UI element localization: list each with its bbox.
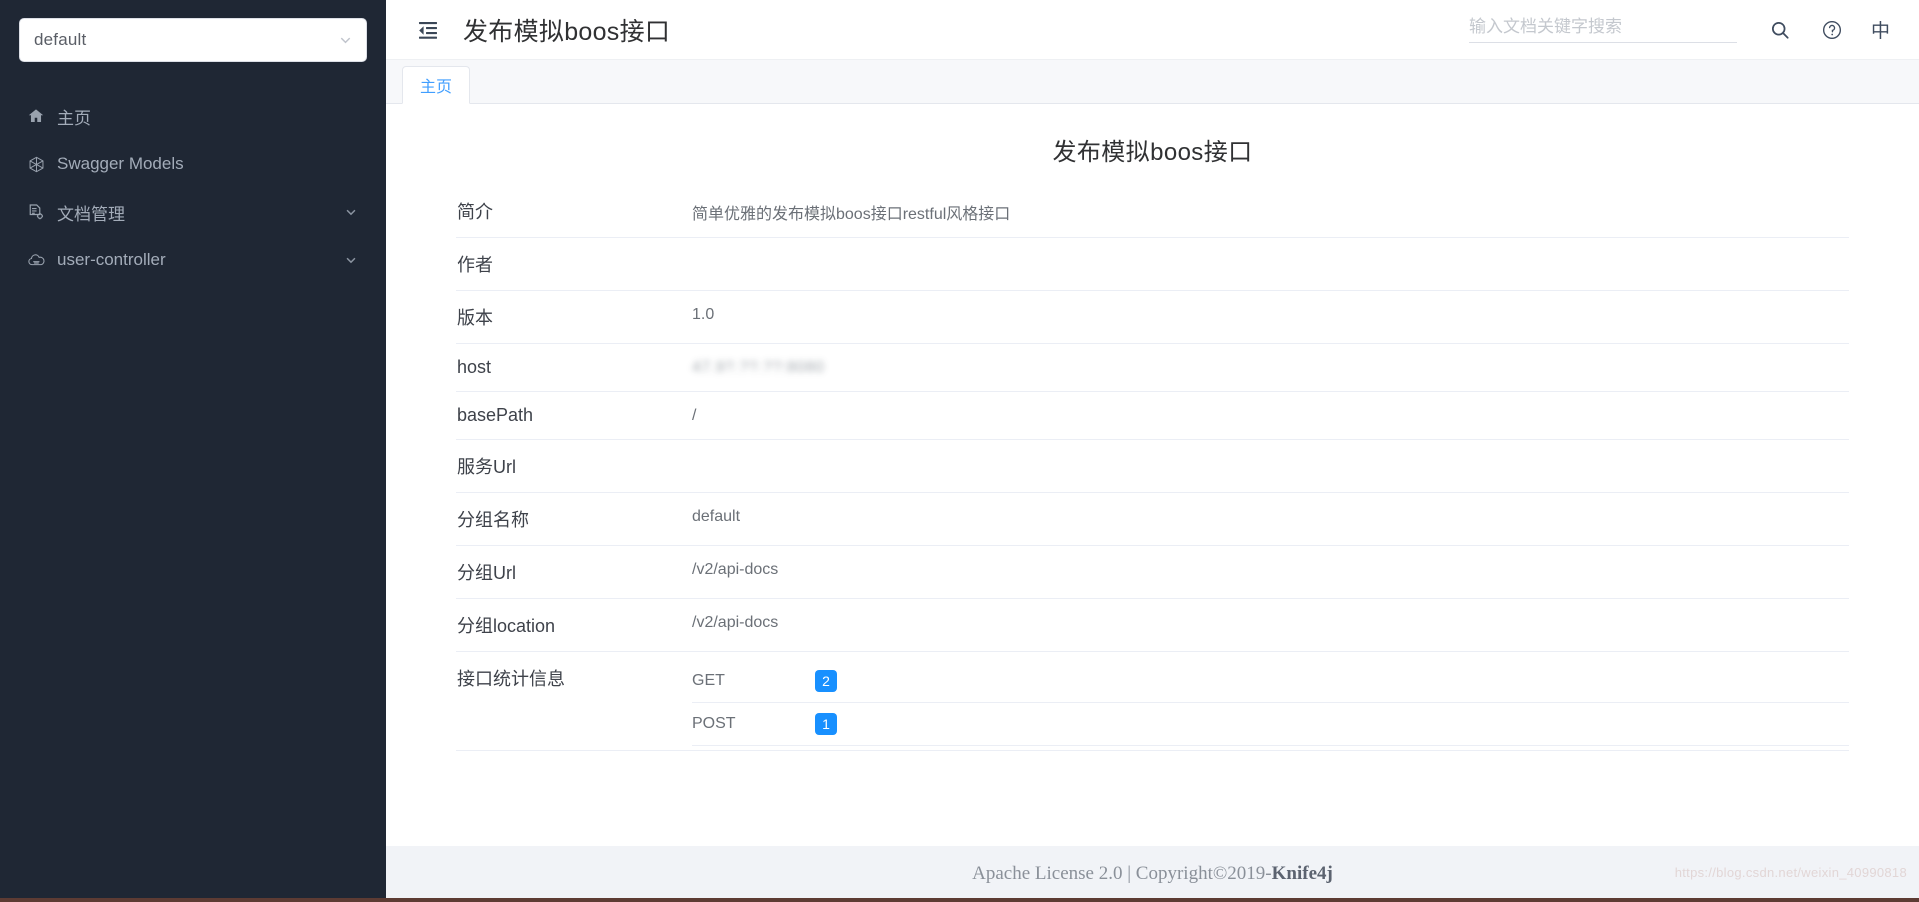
sidebar-item-label: 文档管理 bbox=[57, 204, 125, 224]
http-method-count-cell: 2 bbox=[815, 660, 1849, 703]
group-select-container: default bbox=[0, 0, 386, 62]
method-stats-table: GET 2 POST 1 bbox=[692, 660, 1849, 746]
row-key: 分组名称 bbox=[457, 510, 529, 530]
home-icon bbox=[26, 106, 46, 126]
language-toggle[interactable]: 中 bbox=[1871, 16, 1890, 43]
row-key: 版本 bbox=[457, 308, 493, 328]
tab-strip: 主页 bbox=[386, 60, 1919, 104]
tab-home[interactable]: 主页 bbox=[402, 66, 471, 104]
row-value: /v2/api-docs bbox=[692, 561, 779, 578]
sidebar-item-swagger-models[interactable]: Swagger Models bbox=[0, 140, 386, 188]
chevron-down-icon bbox=[344, 205, 358, 219]
document-title: 发布模拟boos接口 bbox=[1052, 139, 1253, 166]
table-row: 简介 简单优雅的发布模拟boos接口restful风格接口 bbox=[456, 185, 1849, 238]
row-key: 分组Url bbox=[457, 563, 516, 583]
document-settings-icon bbox=[26, 202, 46, 222]
table-row-statistics: 接口统计信息 GET 2 POST 1 bbox=[456, 652, 1849, 751]
row-value: /v2/api-docs bbox=[692, 614, 779, 631]
search-input[interactable] bbox=[1468, 16, 1737, 37]
status-badge: 1 bbox=[815, 713, 837, 735]
redacted-host-value: 47.9?.??.??:8080 bbox=[692, 359, 825, 376]
sidebar-item-label: user-controller bbox=[57, 250, 166, 269]
footer-brand: Knife4j bbox=[1271, 863, 1333, 884]
sidebar-item-label: 主页 bbox=[57, 108, 91, 128]
group-select-value: default bbox=[34, 30, 87, 49]
footer: Apache License 2.0 | Copyright © 2019- Kn… bbox=[386, 846, 1919, 902]
topbar: 发布模拟boos接口 中 bbox=[386, 0, 1919, 60]
row-key: host bbox=[457, 357, 492, 377]
http-method-label: POST bbox=[692, 715, 736, 732]
row-value-statistics: GET 2 POST 1 bbox=[692, 652, 1849, 751]
table-row: 作者 bbox=[456, 238, 1849, 291]
row-key: basePath bbox=[457, 405, 534, 425]
row-value-redacted: 47.9?.??.??:8080 bbox=[692, 344, 1849, 392]
sidebar-item-home[interactable]: 主页 bbox=[0, 92, 386, 140]
sidebar-item-document-manage[interactable]: 文档管理 bbox=[0, 188, 386, 236]
app-root: default 主页 Swagger Models 文档管理 user-cont… bbox=[0, 0, 1919, 902]
table-row: 版本 1.0 bbox=[456, 291, 1849, 344]
search-icon[interactable] bbox=[1767, 17, 1793, 43]
main-area: 发布模拟boos接口 中 主页 bbox=[386, 0, 1919, 902]
row-key: 服务Url bbox=[457, 457, 516, 477]
cube-icon bbox=[26, 154, 46, 174]
row-key: 分组location bbox=[457, 616, 556, 636]
status-badge: 2 bbox=[815, 670, 837, 692]
cloud-icon bbox=[26, 250, 46, 270]
table-row: basePath / bbox=[456, 392, 1849, 440]
sidebar-item-user-controller[interactable]: user-controller bbox=[0, 236, 386, 284]
page-title: 发布模拟boos接口 bbox=[463, 17, 671, 46]
stats-row-get: GET 2 bbox=[692, 660, 1849, 703]
chevron-down-icon bbox=[344, 253, 358, 267]
row-value: 1.0 bbox=[692, 306, 715, 323]
row-value bbox=[692, 238, 1849, 291]
row-value: default bbox=[692, 508, 741, 525]
row-key: 接口统计信息 bbox=[457, 669, 565, 689]
table-row: 分组location /v2/api-docs bbox=[456, 599, 1849, 652]
search-box bbox=[1468, 16, 1737, 43]
footer-license-text: Apache License 2.0 | Copyright bbox=[972, 863, 1213, 884]
http-method-count-cell: 1 bbox=[815, 703, 1849, 746]
group-select[interactable]: default bbox=[19, 18, 367, 62]
table-row: 分组名称 default bbox=[456, 493, 1849, 546]
chevron-down-icon bbox=[338, 33, 353, 48]
stats-row-post: POST 1 bbox=[692, 703, 1849, 746]
http-method-label: GET bbox=[692, 672, 725, 689]
row-value: / bbox=[692, 407, 697, 424]
table-row: host 47.9?.??.??:8080 bbox=[456, 344, 1849, 392]
bottom-strip bbox=[0, 898, 1919, 902]
row-value: 简单优雅的发布模拟boos接口restful风格接口 bbox=[692, 206, 1011, 223]
table-row: 服务Url bbox=[456, 440, 1849, 493]
footer-year: 2019- bbox=[1227, 863, 1272, 884]
content-area: 发布模拟boos接口 简介 简单优雅的发布模拟boos接口restful风格接口… bbox=[386, 104, 1919, 846]
row-key: 作者 bbox=[457, 255, 493, 275]
sidebar: default 主页 Swagger Models 文档管理 user-cont… bbox=[0, 0, 386, 902]
sidebar-nav: 主页 Swagger Models 文档管理 user-controller bbox=[0, 92, 386, 284]
question-circle-icon[interactable] bbox=[1819, 17, 1845, 43]
api-info-table: 简介 简单优雅的发布模拟boos接口restful风格接口 作者 版本 1.0 … bbox=[456, 185, 1849, 751]
row-key: 简介 bbox=[457, 202, 493, 222]
table-row: 分组Url /v2/api-docs bbox=[456, 546, 1849, 599]
menu-fold-icon[interactable] bbox=[415, 17, 441, 43]
sidebar-item-label: Swagger Models bbox=[57, 154, 184, 173]
row-value bbox=[692, 440, 1849, 493]
copyright-icon: © bbox=[1212, 863, 1228, 884]
